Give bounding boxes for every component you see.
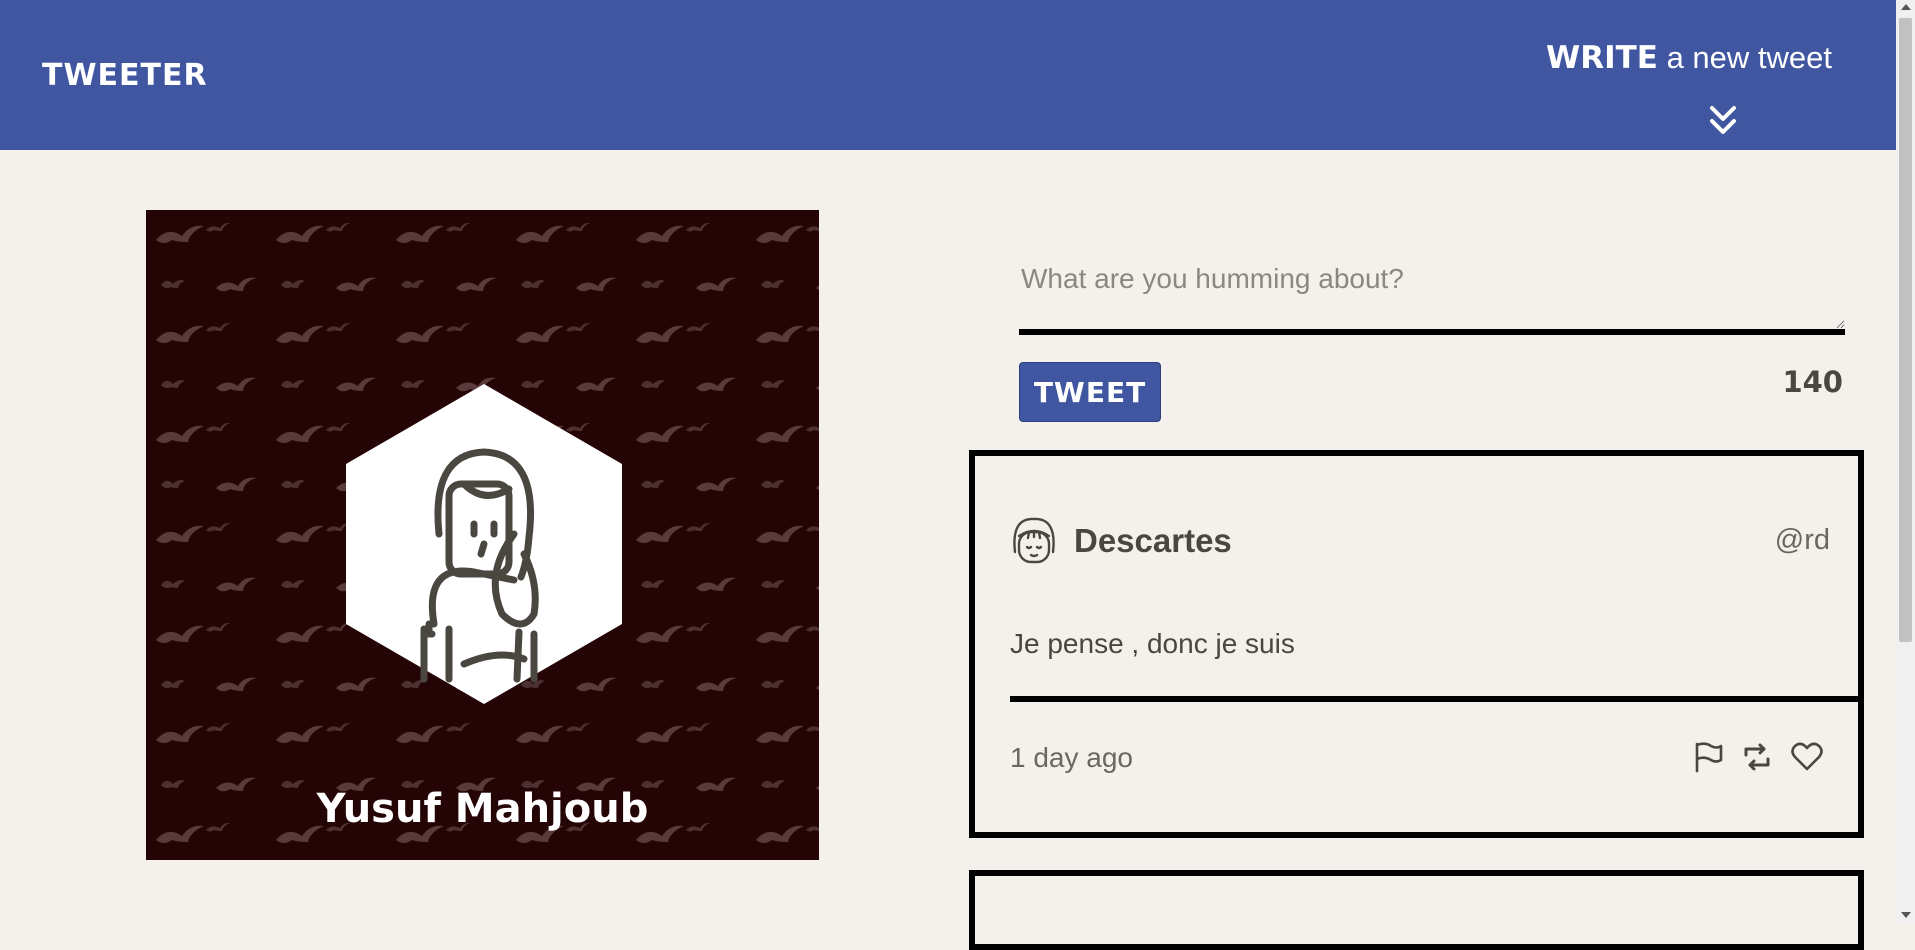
tweet-button[interactable]: TWEET bbox=[1019, 362, 1161, 422]
tweet-author: Descartes bbox=[1074, 522, 1232, 559]
tweet-content: Je pense , donc je suis bbox=[1010, 628, 1295, 659]
top-nav: TWEETER WRITE a new tweet bbox=[0, 0, 1896, 150]
brand-logo[interactable]: TWEETER bbox=[42, 58, 208, 93]
author-avatar-icon bbox=[1013, 517, 1055, 564]
write-label-strong: WRITE bbox=[1546, 40, 1658, 76]
person-hexagon-icon bbox=[346, 384, 622, 704]
scroll-up-arrow-icon[interactable] bbox=[1901, 4, 1911, 10]
double-chevron-down-icon[interactable] bbox=[1708, 104, 1738, 138]
heart-icon[interactable] bbox=[1790, 740, 1824, 774]
write-tweet-toggle[interactable]: WRITE a new tweet bbox=[1546, 38, 1832, 78]
page-scrollbar[interactable] bbox=[1896, 0, 1915, 924]
scroll-down-arrow-icon[interactable] bbox=[1901, 912, 1911, 918]
character-counter: 140 bbox=[1782, 365, 1843, 399]
retweet-icon[interactable] bbox=[1740, 740, 1774, 774]
tweet-handle: @rd bbox=[1774, 524, 1830, 556]
tweet-card: Descartes @rd Je pense , donc je suis 1 … bbox=[969, 450, 1864, 838]
compose-form: TWEET 140 bbox=[1019, 255, 1845, 422]
tweet-actions bbox=[1690, 740, 1824, 774]
tweet-card bbox=[969, 870, 1864, 950]
tweet-timestamp: 1 day ago bbox=[1010, 742, 1133, 773]
profile-card: Yusuf Mahjoub bbox=[146, 210, 819, 860]
tweet-divider bbox=[1010, 696, 1864, 702]
write-label-rest: a new tweet bbox=[1657, 40, 1832, 75]
scrollbar-thumb[interactable] bbox=[1899, 18, 1912, 642]
tweet-textarea[interactable] bbox=[1019, 255, 1845, 335]
flag-icon[interactable] bbox=[1690, 740, 1724, 774]
profile-name: Yusuf Mahjoub bbox=[316, 786, 649, 832]
